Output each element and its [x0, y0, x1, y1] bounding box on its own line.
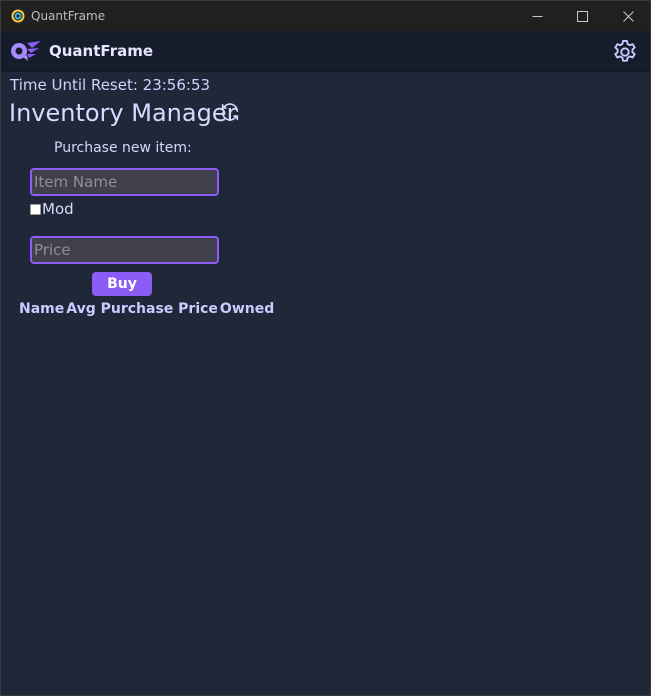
refresh-button[interactable] [219, 101, 241, 123]
maximize-icon [576, 10, 588, 22]
window-title: QuantFrame [31, 9, 106, 23]
settings-button[interactable] [611, 38, 639, 66]
mod-option[interactable]: Mod [30, 200, 74, 218]
quantframe-logo-icon [11, 41, 41, 61]
inventory-table-header: Name Avg Purchase Price Owned [19, 301, 276, 317]
item-name-input[interactable] [30, 168, 219, 196]
gear-icon [614, 39, 636, 62]
minimize-button[interactable] [514, 1, 560, 31]
app-header: QuantFrame [1, 31, 650, 72]
reset-timer: Time Until Reset: 23:56:53 [10, 76, 211, 94]
maximize-button[interactable] [559, 1, 605, 31]
page-title: Inventory Manager [9, 99, 237, 127]
mod-label: Mod [42, 200, 74, 218]
column-header-avg-purchase-price[interactable]: Avg Purchase Price [66, 301, 218, 317]
close-icon [622, 10, 634, 22]
minimize-icon [532, 15, 542, 17]
app-window: QuantFrame QuantFrame Time Until Reset: … [0, 0, 651, 696]
os-title-bar[interactable]: QuantFrame [1, 1, 650, 31]
close-button[interactable] [605, 1, 650, 31]
refresh-icon [221, 103, 239, 121]
mod-checkbox[interactable] [30, 203, 41, 215]
column-header-owned[interactable]: Owned [220, 301, 274, 317]
app-icon [11, 9, 25, 23]
app-name: QuantFrame [49, 42, 154, 60]
buy-button[interactable]: Buy [92, 272, 152, 296]
purchase-new-item-label: Purchase new item: [54, 140, 192, 156]
column-header-name[interactable]: Name [19, 301, 64, 317]
price-input[interactable] [30, 236, 219, 264]
